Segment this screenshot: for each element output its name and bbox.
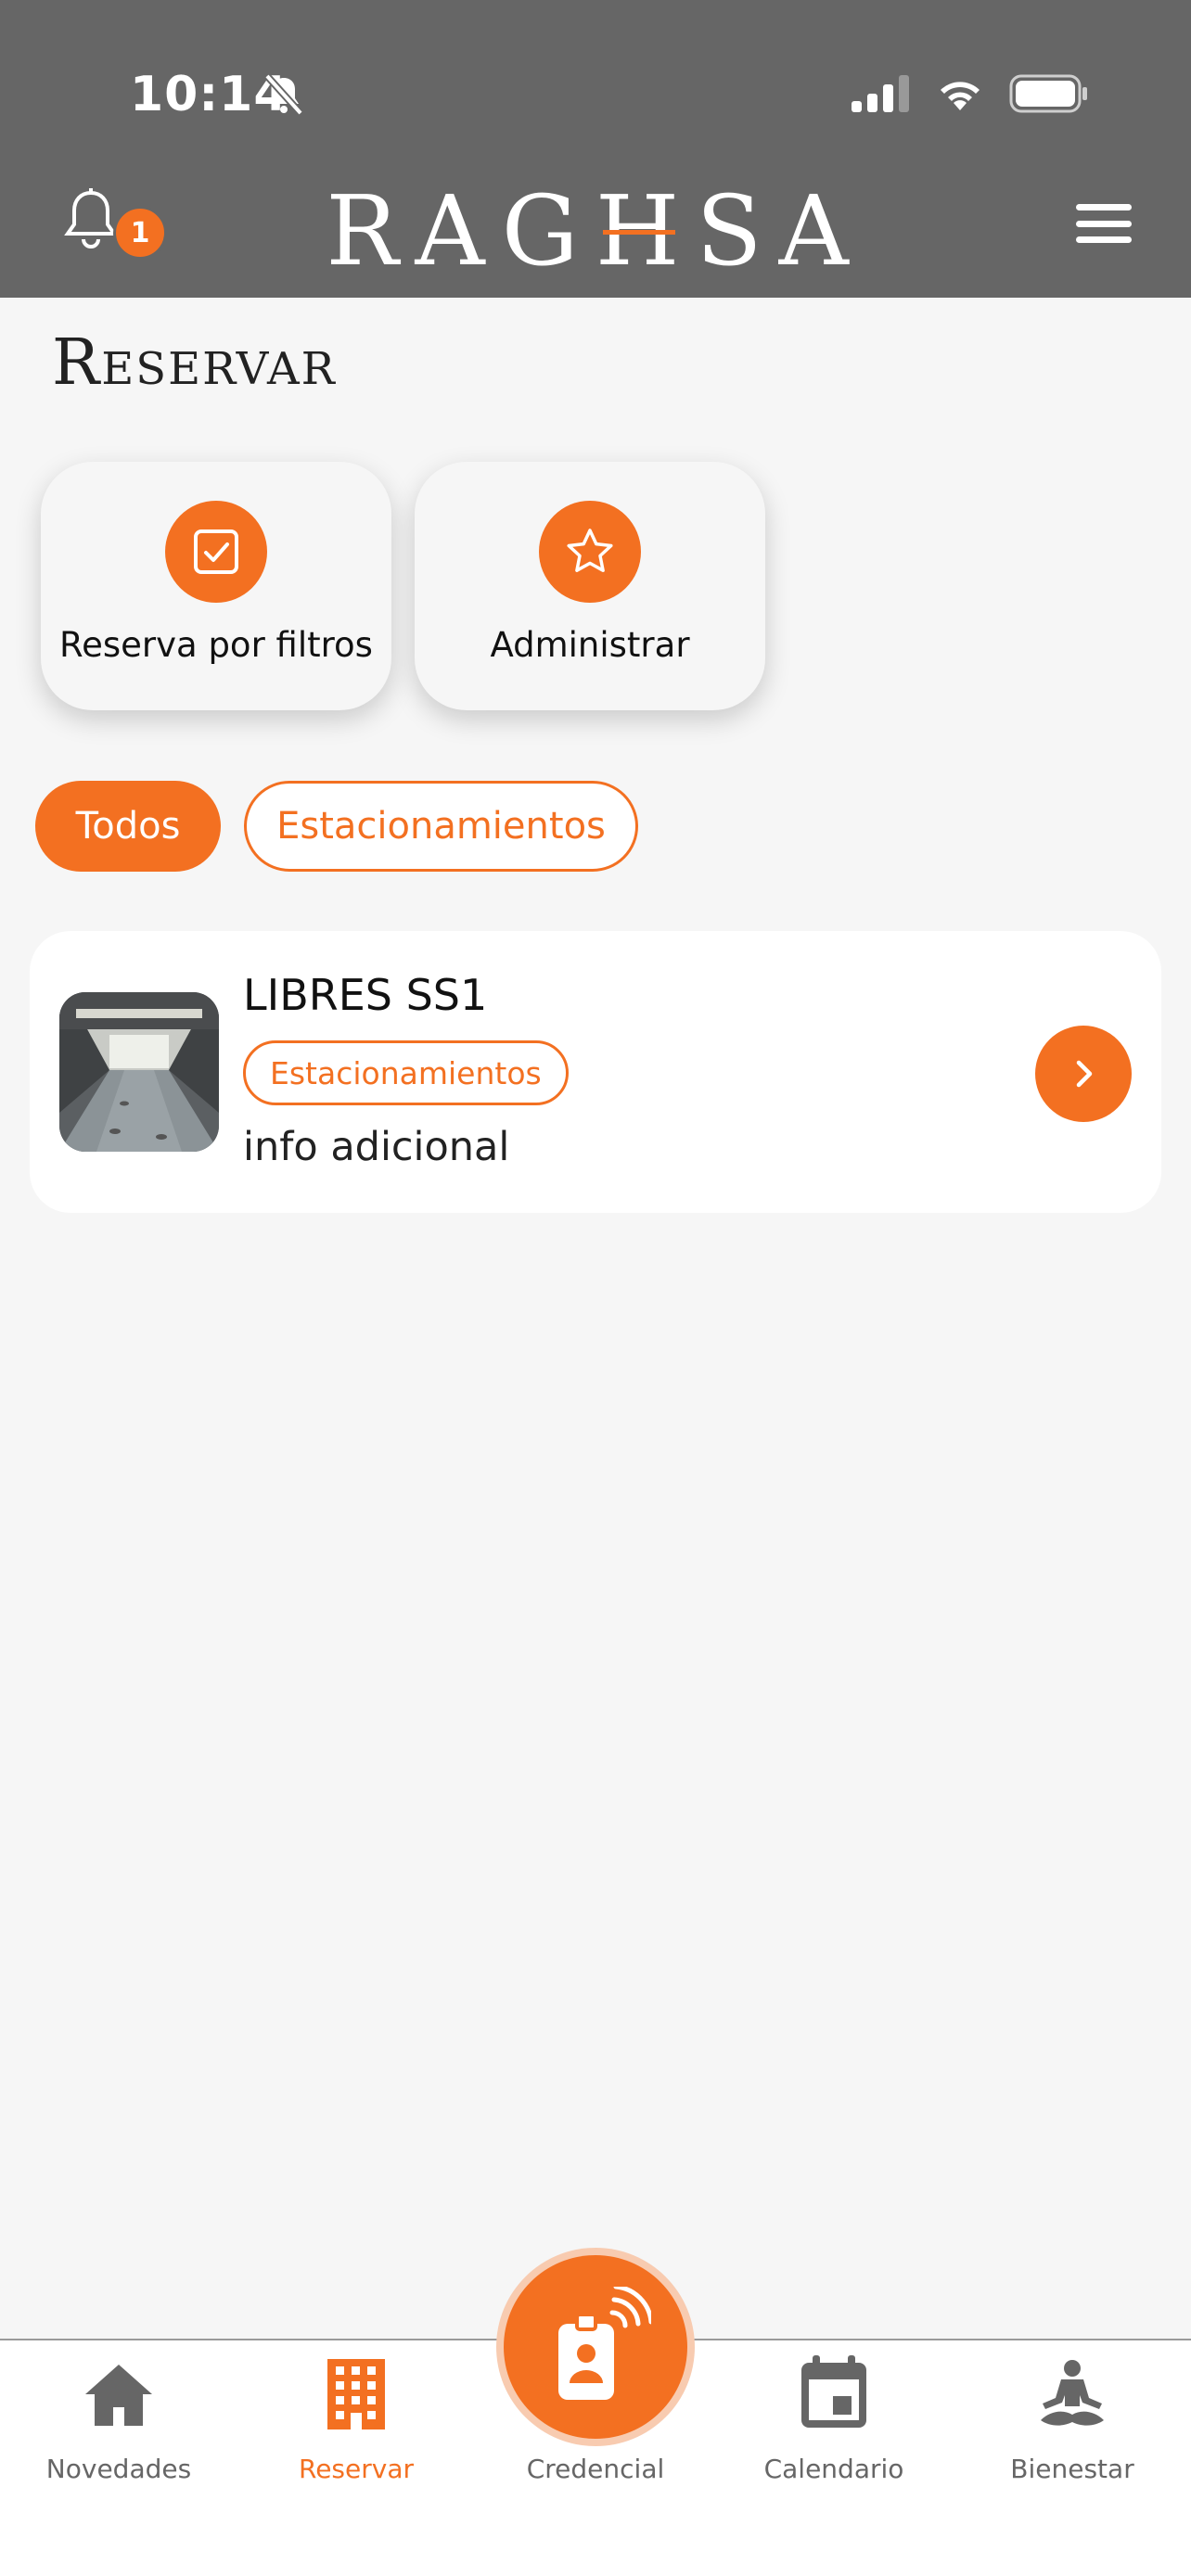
parking-thumbnail bbox=[59, 992, 219, 1152]
battery-icon bbox=[1009, 74, 1087, 113]
silent-mode-icon bbox=[262, 72, 306, 121]
raghsa-logo: RAGHSA bbox=[326, 174, 865, 287]
tab-bienestar[interactable]: Bienestar bbox=[970, 2355, 1174, 2484]
list-item[interactable]: LIBRES SS1 Estacionamientos info adicion… bbox=[30, 931, 1161, 1213]
id-badge-icon bbox=[558, 2287, 651, 2400]
tab-reservar-label: Reservar bbox=[299, 2454, 414, 2484]
filter-reservation-button[interactable]: Reserva por filtros bbox=[41, 462, 391, 710]
filter-reservation-label: Reserva por filtros bbox=[59, 625, 373, 665]
signal-icon bbox=[852, 75, 909, 112]
tab-calendario-label: Calendario bbox=[763, 2454, 904, 2484]
tab-novedades-label: Novedades bbox=[45, 2454, 192, 2484]
tab-credencial-label: Credencial bbox=[526, 2454, 665, 2484]
tab-novedades[interactable]: Novedades bbox=[17, 2355, 221, 2484]
status-indicators bbox=[852, 74, 1089, 113]
filter-chip-parking[interactable]: Estacionamientos bbox=[244, 781, 638, 872]
filter-chip-all[interactable]: Todos bbox=[35, 781, 221, 872]
tab-reservar[interactable]: Reservar bbox=[254, 2355, 458, 2484]
calendar-icon bbox=[732, 2355, 936, 2429]
building-icon bbox=[254, 2355, 458, 2429]
item-category-tag: Estacionamientos bbox=[243, 1040, 569, 1105]
manage-button[interactable]: Administrar bbox=[415, 462, 765, 710]
item-info: info adicional bbox=[243, 1124, 510, 1170]
chevron-right-icon[interactable] bbox=[1035, 1026, 1132, 1122]
wifi-icon bbox=[941, 82, 980, 110]
meditation-icon bbox=[970, 2355, 1174, 2429]
checkbox-icon bbox=[165, 501, 267, 603]
menu-icon[interactable] bbox=[1076, 204, 1132, 243]
manage-label: Administrar bbox=[490, 625, 690, 665]
tab-bienestar-label: Bienestar bbox=[1010, 2454, 1134, 2484]
item-title: LIBRES SS1 bbox=[243, 970, 488, 1020]
home-icon bbox=[17, 2355, 221, 2429]
tab-calendario[interactable]: Calendario bbox=[732, 2355, 936, 2484]
tab-credencial[interactable] bbox=[504, 2255, 687, 2439]
star-icon bbox=[539, 501, 641, 603]
page-title: Reservar bbox=[52, 326, 337, 400]
